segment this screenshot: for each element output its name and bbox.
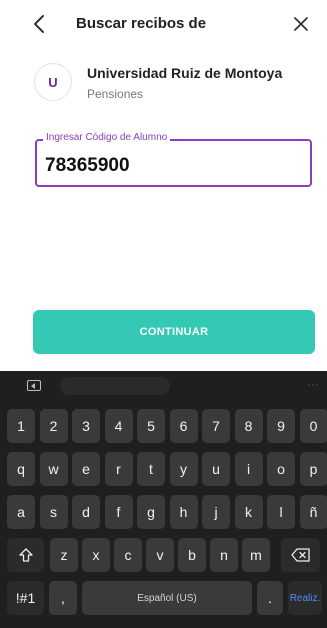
key-o[interactable]: o [267,452,295,486]
key-j[interactable]: j [202,495,230,529]
action-key[interactable]: Realiz. [288,581,322,615]
key-k[interactable]: k [234,495,263,529]
key-y[interactable]: y [169,452,198,486]
key-m[interactable]: m [242,538,270,572]
key-p[interactable]: p [299,452,327,486]
merchant-card: U Universidad Ruiz de Montoya Pensiones [34,62,314,106]
key-2[interactable]: 2 [39,409,68,443]
key-q[interactable]: q [7,452,35,486]
key-9[interactable]: 9 [267,409,295,443]
merchant-subtitle: Pensiones [87,87,144,101]
comma-key[interactable]: , [49,581,77,615]
key-8[interactable]: 8 [234,409,263,443]
key-g[interactable]: g [137,495,165,529]
key-f[interactable]: f [104,495,133,529]
chevron-left-icon[interactable] [28,12,52,36]
header: Buscar recibos de [0,0,327,48]
key-r[interactable]: r [104,452,133,486]
period-key[interactable]: . [257,581,283,615]
key-l[interactable]: l [267,495,295,529]
key-s[interactable]: s [39,495,68,529]
avatar: U [34,63,72,101]
key-7[interactable]: 7 [202,409,230,443]
key-z[interactable]: z [50,538,78,572]
shift-key[interactable] [7,538,44,572]
close-icon[interactable] [289,12,313,36]
key-a[interactable]: a [7,495,35,529]
key-x[interactable]: x [82,538,110,572]
merchant-name: Universidad Ruiz de Montoya [87,65,283,81]
key-e[interactable]: e [72,452,100,486]
key-v[interactable]: v [146,538,174,572]
space-key[interactable]: Español (US) [82,581,252,615]
key-u[interactable]: u [202,452,230,486]
key-d[interactable]: d [72,495,100,529]
key-4[interactable]: 4 [104,409,133,443]
key-ñ[interactable]: ñ [299,495,327,529]
key-h[interactable]: h [169,495,198,529]
student-code-field[interactable]: Ingresar Código de Alumno [35,132,312,187]
key-1[interactable]: 1 [7,409,35,443]
symbols-key[interactable]: !#1 [7,581,44,615]
key-5[interactable]: 5 [137,409,165,443]
key-3[interactable]: 3 [72,409,100,443]
student-code-input[interactable] [45,155,295,177]
page-title: Buscar recibos de [76,15,207,32]
key-b[interactable]: b [178,538,206,572]
more-icon[interactable]: ··· [307,377,319,391]
shift-icon [18,548,33,562]
key-i[interactable]: i [234,452,263,486]
backspace-icon [290,548,310,562]
key-t[interactable]: t [137,452,165,486]
key-w[interactable]: w [39,452,68,486]
backspace-key[interactable] [281,538,320,572]
key-0[interactable]: 0 [299,409,327,443]
keyboard-toolbar: ··· [0,371,327,401]
key-c[interactable]: c [114,538,142,572]
keyboard: ··· 1234567890 qwertyuiop asdfghjklñ zxcvbn… [0,371,327,628]
key-n[interactable]: n [210,538,238,572]
student-code-label: Ingresar Código de Alumno [43,132,171,143]
suggestion-bar [60,377,170,395]
key-6[interactable]: 6 [169,409,198,443]
continue-button[interactable]: CONTINUAR [33,310,315,354]
keyboard-toolbar-icon[interactable] [27,380,41,391]
